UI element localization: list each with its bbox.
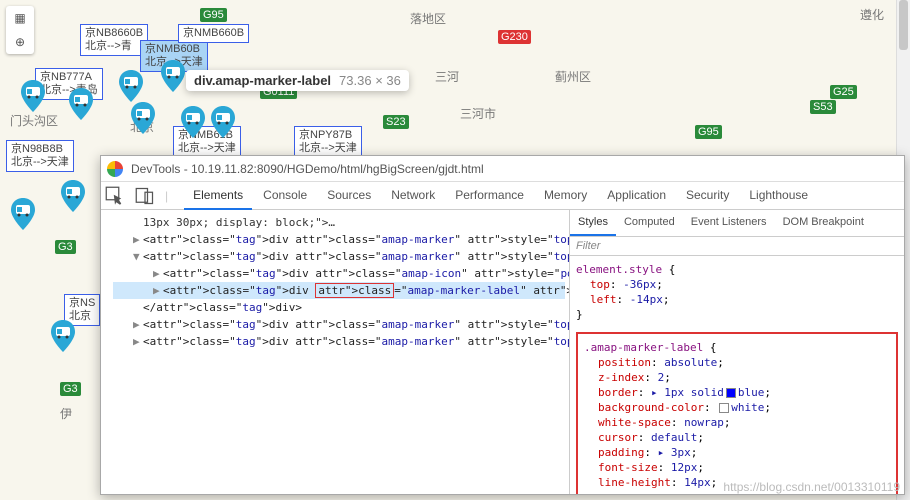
- dom-node[interactable]: ▶<attr">class="tag">div attr">class="ama…: [113, 231, 565, 248]
- route-badge: G25: [830, 85, 857, 99]
- tab-elements[interactable]: Elements: [184, 182, 252, 210]
- place-name: 蓟州区: [555, 68, 591, 85]
- marker-label[interactable]: 京N98B8B北京-->天津: [6, 140, 74, 172]
- dom-node[interactable]: ▶<attr">class="tag">div attr">class="ama…: [113, 333, 565, 350]
- truck-pin-icon[interactable]: [160, 60, 186, 92]
- tab-sources[interactable]: Sources: [318, 182, 380, 210]
- tab-console[interactable]: Console: [254, 182, 316, 210]
- inspect-element-icon[interactable]: [105, 186, 125, 206]
- truck-pin-icon[interactable]: [60, 180, 86, 212]
- dom-node[interactable]: ▼<attr">class="tag">div attr">class="ama…: [113, 248, 565, 265]
- place-name: 遵化: [860, 6, 884, 23]
- place-name: 三河市: [460, 105, 496, 122]
- styles-sidebar: StylesComputedEvent ListenersDOM Breakpo…: [569, 210, 904, 494]
- route-badge: S23: [383, 115, 409, 129]
- route-badge: G3: [60, 382, 81, 396]
- marker-label[interactable]: 京NB8660B北京-->青: [80, 24, 148, 56]
- chrome-icon: [107, 161, 123, 177]
- route-badge: G95: [200, 8, 227, 22]
- route-badge: G3: [55, 240, 76, 254]
- truck-pin-icon[interactable]: [68, 88, 94, 120]
- marker-label[interactable]: 京NMB660B: [178, 24, 249, 43]
- place-name: 伊: [60, 405, 72, 422]
- tab-security[interactable]: Security: [677, 182, 738, 210]
- side-tab-computed[interactable]: Computed: [616, 210, 683, 236]
- elements-tree[interactable]: 13px 30px; display: block;">…▶<attr">cla…: [101, 210, 569, 494]
- truck-pin-icon[interactable]: [10, 198, 36, 230]
- dom-node[interactable]: ▶<attr">class="tag">div attr">class="ama…: [113, 282, 565, 299]
- tab-lighthouse[interactable]: Lighthouse: [740, 182, 817, 210]
- truck-pin-icon[interactable]: [130, 102, 156, 134]
- devtools-title: DevTools - 10.19.11.82:8090/HGDemo/html/…: [131, 162, 484, 176]
- watermark: https://blog.csdn.net/0013310119: [723, 480, 900, 494]
- marker-label[interactable]: 京NPY87B北京-->天津: [294, 126, 362, 158]
- layer-icon[interactable]: ▦: [6, 6, 34, 30]
- side-tab-styles[interactable]: Styles: [570, 210, 616, 236]
- route-badge: S53: [810, 100, 836, 114]
- place-name: 三河: [435, 68, 459, 85]
- scroll-thumb[interactable]: [899, 0, 908, 50]
- truck-pin-icon[interactable]: [50, 320, 76, 352]
- dom-node[interactable]: </attr">class="tag">div>: [113, 299, 565, 316]
- truck-pin-icon[interactable]: [180, 106, 206, 138]
- tab-network[interactable]: Network: [382, 182, 444, 210]
- dom-node[interactable]: ▶<attr">class="tag">div attr">class="ama…: [113, 316, 565, 333]
- map-layer-control[interactable]: ▦ ⊕: [6, 6, 34, 54]
- devtools-titlebar[interactable]: DevTools - 10.19.11.82:8090/HGDemo/html/…: [101, 156, 904, 182]
- dom-node[interactable]: 13px 30px; display: block;">…: [113, 214, 565, 231]
- devtools-toolbar: | ElementsConsoleSourcesNetworkPerforman…: [101, 182, 904, 210]
- styles-panel[interactable]: element.style {top: -36px;left: -14px;} …: [570, 256, 904, 494]
- side-tab-event-listeners[interactable]: Event Listeners: [683, 210, 775, 236]
- truck-pin-icon[interactable]: [20, 80, 46, 112]
- side-tabs: StylesComputedEvent ListenersDOM Breakpo…: [570, 210, 904, 237]
- tab-memory[interactable]: Memory: [535, 182, 596, 210]
- zoom-icon[interactable]: ⊕: [6, 30, 34, 54]
- truck-pin-icon[interactable]: [118, 70, 144, 102]
- devtools-window: DevTools - 10.19.11.82:8090/HGDemo/html/…: [100, 155, 905, 495]
- device-toggle-icon[interactable]: [135, 186, 155, 206]
- route-badge: G230: [498, 30, 531, 44]
- tab-application[interactable]: Application: [598, 182, 675, 210]
- element-inspect-tooltip: div.amap-marker-label73.36 × 36: [186, 70, 409, 91]
- place-name: 落地区: [410, 10, 446, 27]
- devtools-main-tabs: ElementsConsoleSourcesNetworkPerformance…: [184, 182, 817, 210]
- route-badge: G95: [695, 125, 722, 139]
- place-name: 门头沟区: [10, 112, 58, 129]
- filter-input[interactable]: Filter: [570, 237, 904, 256]
- truck-pin-icon[interactable]: [210, 106, 236, 138]
- side-tab-dom-breakpoint[interactable]: DOM Breakpoint: [775, 210, 872, 236]
- tab-performance[interactable]: Performance: [446, 182, 533, 210]
- dom-node[interactable]: ▶<attr">class="tag">div attr">class="ama…: [113, 265, 565, 282]
